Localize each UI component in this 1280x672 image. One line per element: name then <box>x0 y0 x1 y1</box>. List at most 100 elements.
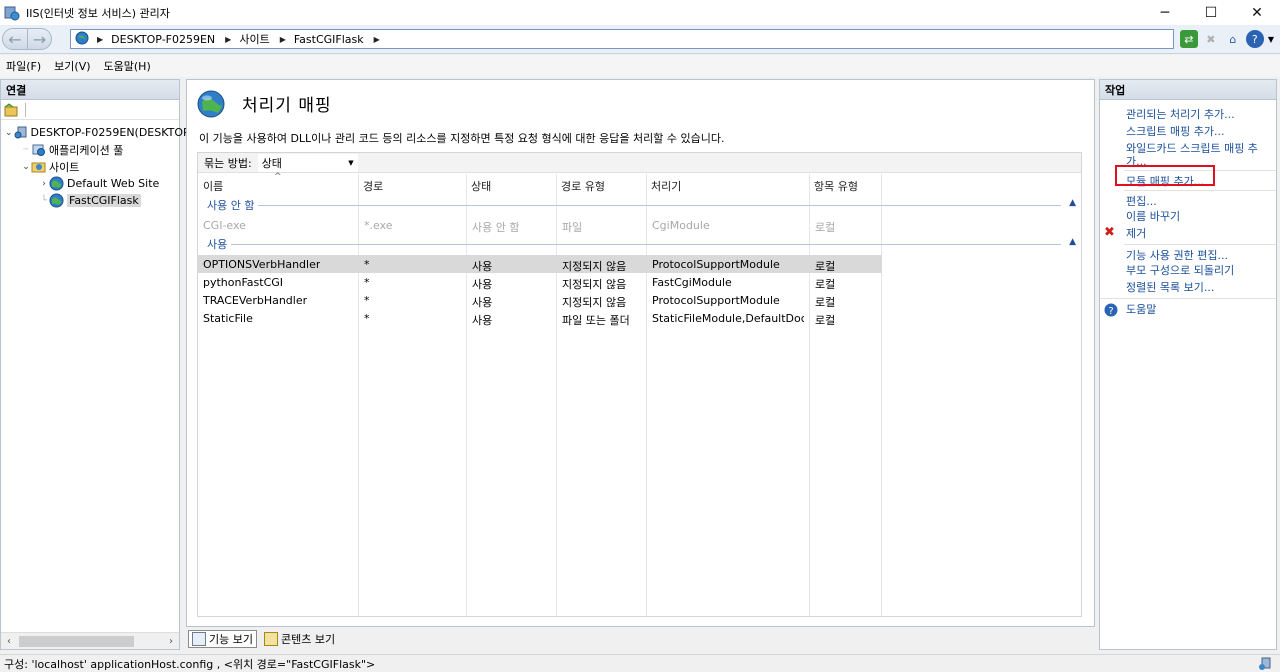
title-bar: IIS(인터넷 정보 서비스) 관리자 ─ ☐ ✕ <box>0 0 1280 25</box>
tab-label: 콘텐츠 보기 <box>280 633 336 646</box>
menu-help[interactable]: 도움말(H) <box>104 58 151 74</box>
view-tabs: 기능 보기 콘텐츠 보기 <box>188 630 342 648</box>
tab-content-view[interactable]: 콘텐츠 보기 <box>261 630 338 648</box>
cell-path-type: 파일 <box>562 221 583 234</box>
tree-item-sites[interactable]: ⌄ 사이트 <box>1 158 179 175</box>
group-divider <box>207 205 1061 206</box>
action-revert-to-parent[interactable]: 부모 구성으로 되돌리기 <box>1100 262 1276 279</box>
features-view-icon <box>192 632 206 646</box>
cell-entry-type: 로컬 <box>815 314 836 327</box>
tree-item-server[interactable]: ⌄ DESKTOP-F0259EN(DESKTOP <box>1 124 190 141</box>
sites-folder-icon <box>31 159 46 174</box>
breadcrumb-separator-icon: ▶ <box>279 34 286 44</box>
chevron-up-icon[interactable]: ▲ <box>1069 237 1076 247</box>
page-description: 이 기능을 사용하여 DLL이나 관리 코드 등의 리소스를 지정하면 특정 요… <box>199 132 725 145</box>
chevron-down-icon[interactable]: ▼ <box>1268 35 1274 44</box>
action-add-wildcard-script-map[interactable]: 와일드카드 스크립트 매핑 추가... <box>1100 140 1276 168</box>
group-header-disabled[interactable]: 사용 안 함 ▲ <box>198 196 1083 214</box>
actions-header: 작업 <box>1100 80 1276 100</box>
action-add-script-map[interactable]: 스크립트 매핑 추가... <box>1100 123 1276 140</box>
column-headers: 이름 ^ 경로 상태 경로 유형 처리기 항목 유형 <box>198 172 1083 194</box>
group-label: 사용 <box>207 236 232 252</box>
connect-icon[interactable] <box>3 102 19 118</box>
actions-list: 관리되는 처리기 추가... 스크립트 매핑 추가... 와일드카드 스크립트 … <box>1100 100 1276 317</box>
cell-path: * <box>364 312 370 325</box>
home-icon[interactable]: ⌂ <box>1224 30 1242 48</box>
tree-label: Default Web Site <box>67 177 160 190</box>
action-rename[interactable]: 이름 바꾸기 <box>1100 208 1276 225</box>
table-row[interactable]: pythonFastCGI * 사용 지정되지 않음 FastCgiModule… <box>198 273 882 291</box>
action-help[interactable]: ? 도움말 <box>1100 298 1276 317</box>
breadcrumb-item-sites[interactable]: 사이트 <box>239 31 269 47</box>
cell-path-type: 지정되지 않음 <box>562 278 627 291</box>
group-by-bar: 묶는 방법: 상태 ▼ <box>198 153 1081 173</box>
breadcrumb-item-site[interactable]: FastCGIFlask <box>294 33 364 46</box>
menu-file[interactable]: 파일(F) <box>6 58 41 74</box>
tree-item-default-web-site[interactable]: › Default Web Site <box>1 175 179 192</box>
close-button[interactable]: ✕ <box>1234 0 1280 25</box>
maximize-button[interactable]: ☐ <box>1188 0 1234 25</box>
action-edit[interactable]: 편집... <box>1124 190 1276 208</box>
help-icon[interactable]: ? <box>1245 30 1264 48</box>
cell-state: 사용 <box>472 296 493 309</box>
app-pool-icon <box>31 142 46 157</box>
cell-entry-type: 로컬 <box>815 221 836 234</box>
table-row[interactable]: TRACEVerbHandler * 사용 지정되지 않음 ProtocolSu… <box>198 291 882 309</box>
chevron-right-icon[interactable]: › <box>39 179 49 189</box>
cell-handler: ProtocolSupportModule <box>652 294 780 307</box>
column-header-handler[interactable]: 처리기 <box>646 174 809 194</box>
chevron-down-icon[interactable]: ⌄ <box>21 162 31 172</box>
group-header-enabled[interactable]: 사용 ▲ <box>198 235 1083 253</box>
column-header-path[interactable]: 경로 <box>358 174 466 194</box>
action-remove[interactable]: ✖ 제거 <box>1100 225 1276 242</box>
tab-label: 기능 보기 <box>209 633 253 646</box>
cell-state: 사용 안 함 <box>472 221 520 234</box>
action-view-ordered-list[interactable]: 정렬된 목록 보기... <box>1100 279 1276 296</box>
table-row[interactable]: CGI-exe *.exe 사용 안 함 파일 CgiModule 로컬 <box>198 216 882 234</box>
breadcrumb-item-server[interactable]: DESKTOP-F0259EN <box>111 33 215 46</box>
handler-mappings-icon <box>197 90 225 118</box>
tab-features-view[interactable]: 기능 보기 <box>188 630 257 648</box>
arrow-left-icon: ← <box>8 29 22 49</box>
chevron-up-icon[interactable]: ▲ <box>1069 198 1076 208</box>
column-header-entry-type[interactable]: 항목 유형 <box>809 174 881 194</box>
table-row[interactable]: OPTIONSVerbHandler * 사용 지정되지 않음 Protocol… <box>198 255 882 273</box>
breadcrumb[interactable]: ▶ DESKTOP-F0259EN ▶ 사이트 ▶ FastCGIFlask ▶ <box>70 29 1174 49</box>
status-bar: 구성: 'localhost' applicationHost.config ,… <box>0 654 1280 672</box>
group-by-select[interactable]: 상태 ▼ <box>257 153 358 172</box>
action-label: 도움말 <box>1126 303 1157 316</box>
stop-icon[interactable]: ✖ <box>1202 30 1220 48</box>
chevron-down-icon[interactable]: ⌄ <box>5 128 13 138</box>
group-by-label: 묶는 방법: <box>204 156 252 170</box>
remove-icon: ✖ <box>1104 225 1115 240</box>
cell-path: * <box>364 294 370 307</box>
cell-name: OPTIONSVerbHandler <box>203 258 321 271</box>
action-add-managed-handler[interactable]: 관리되는 처리기 추가... <box>1100 106 1276 123</box>
refresh-icon[interactable]: ⇄ <box>1179 30 1198 48</box>
minimize-button[interactable]: ─ <box>1142 0 1188 25</box>
action-add-module-mapping[interactable]: 모듈 매핑 추가... <box>1124 170 1276 188</box>
table-row[interactable]: StaticFile * 사용 파일 또는 폴더 StaticFileModul… <box>198 309 882 327</box>
cell-path: *.exe <box>364 219 393 232</box>
back-button[interactable]: ← <box>2 28 28 50</box>
globe-icon <box>49 176 64 191</box>
action-edit-feature-permissions[interactable]: 기능 사용 권한 편집... <box>1124 244 1276 262</box>
column-header-state[interactable]: 상태 <box>466 174 556 194</box>
forward-button[interactable]: → <box>28 28 52 50</box>
column-header-name[interactable]: 이름 ^ <box>198 172 358 194</box>
group-by-value: 상태 <box>261 156 282 170</box>
action-label: 제거 <box>1126 227 1147 240</box>
tree-connector: └ <box>41 195 47 206</box>
column-header-path-type[interactable]: 경로 유형 <box>556 174 646 194</box>
scroll-right-icon[interactable]: › <box>163 636 179 647</box>
cell-name: pythonFastCGI <box>203 276 284 289</box>
tree-label: 애플리케이션 풀 <box>49 143 124 157</box>
scroll-thumb[interactable] <box>19 635 134 647</box>
tree-item-app-pools[interactable]: ┈ 애플리케이션 풀 <box>1 141 179 158</box>
tree-item-fastcgiflask[interactable]: └ FastCGIFlask <box>1 192 179 209</box>
menu-view[interactable]: 보기(V) <box>54 58 90 74</box>
scroll-left-icon[interactable]: ‹ <box>1 636 17 647</box>
horizontal-scrollbar[interactable]: ‹ › <box>1 632 179 649</box>
cell-entry-type: 로컬 <box>815 278 836 291</box>
cell-state: 사용 <box>472 314 493 327</box>
